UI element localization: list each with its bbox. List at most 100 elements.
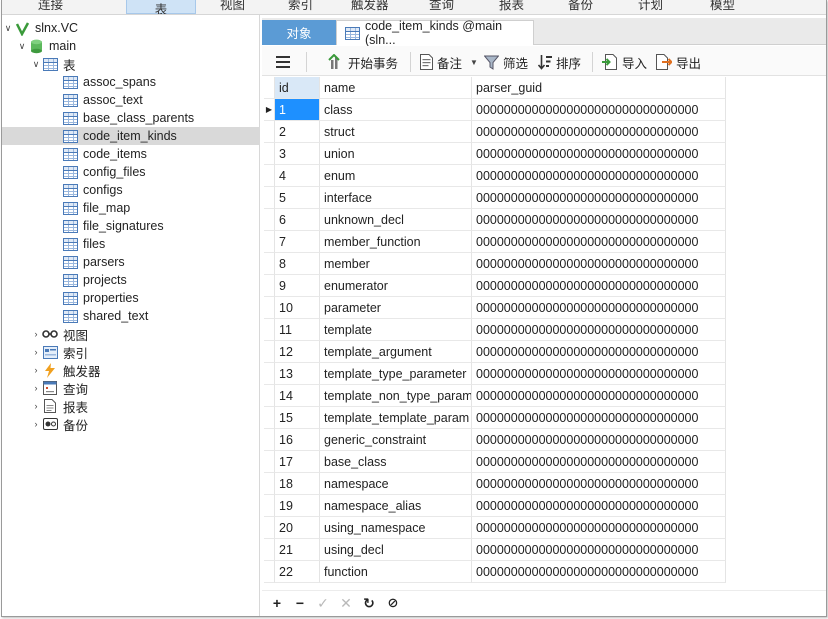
cell-parser-guid[interactable]: 00000000000000000000000000000000 <box>472 407 726 429</box>
row-selector[interactable] <box>264 363 275 385</box>
row-selector[interactable] <box>264 451 275 473</box>
cell-id[interactable]: 1 <box>275 99 320 121</box>
menu-item-backup[interactable]: 备份 <box>568 0 593 13</box>
stop-button[interactable]: ⊘ <box>384 594 402 612</box>
table-row[interactable]: 6 unknown_decl 000000000000000000000000000… <box>264 209 726 231</box>
tree-table-item[interactable]: assoc_text <box>2 91 260 109</box>
cell-id[interactable]: 6 <box>275 209 320 231</box>
tree-table-item[interactable]: configs <box>2 181 260 199</box>
tree-table-item[interactable]: files <box>2 235 260 253</box>
tree-table-item[interactable]: file_signatures <box>2 217 260 235</box>
table-row[interactable]: 12 template_argument 000000000000000000000… <box>264 341 726 363</box>
table-row[interactable]: 21 using_decl 0000000000000000000000000000… <box>264 539 726 561</box>
row-selector[interactable] <box>264 297 275 319</box>
menu-item-trigger[interactable]: 触发器 <box>351 0 389 13</box>
row-selector[interactable] <box>264 539 275 561</box>
table-row[interactable]: 4 enum 00000000000000000000000000000000 <box>264 165 726 187</box>
cell-name[interactable]: union <box>320 143 472 165</box>
row-selector[interactable]: ▶ <box>264 99 275 121</box>
row-selector[interactable] <box>264 275 275 297</box>
cell-name[interactable]: template <box>320 319 472 341</box>
menu-item-index[interactable]: 索引 <box>288 0 313 13</box>
table-row[interactable]: 3 union 00000000000000000000000000000000 <box>264 143 726 165</box>
cell-parser-guid[interactable]: 00000000000000000000000000000000 <box>472 429 726 451</box>
tree-table-item[interactable]: projects <box>2 271 260 289</box>
cell-parser-guid[interactable]: 00000000000000000000000000000000 <box>472 539 726 561</box>
cell-parser-guid[interactable]: 00000000000000000000000000000000 <box>472 451 726 473</box>
row-selector[interactable] <box>264 385 275 407</box>
cell-name[interactable]: generic_constraint <box>320 429 472 451</box>
row-selector[interactable] <box>264 231 275 253</box>
table-row[interactable]: 2 struct 00000000000000000000000000000000 <box>264 121 726 143</box>
tree-table-item[interactable]: file_map <box>2 199 260 217</box>
cell-id[interactable]: 14 <box>275 385 320 407</box>
chevron-down-icon[interactable]: ∨ <box>2 23 14 34</box>
table-row[interactable]: 8 member 00000000000000000000000000000000 <box>264 253 726 275</box>
tree-group-queries[interactable]: › 查询 <box>2 379 260 397</box>
cell-parser-guid[interactable]: 00000000000000000000000000000000 <box>472 99 726 121</box>
cell-name[interactable]: using_decl <box>320 539 472 561</box>
chevron-down-icon[interactable]: ∨ <box>30 59 42 70</box>
table-row[interactable]: 9 enumerator 00000000000000000000000000000… <box>264 275 726 297</box>
import-button[interactable]: 导入 <box>602 52 647 72</box>
column-header-id[interactable]: id <box>275 77 320 99</box>
table-row[interactable]: ▶ 1 class 00000000000000000000000000000000 <box>264 99 726 121</box>
row-selector[interactable] <box>264 143 275 165</box>
row-selector[interactable] <box>264 121 275 143</box>
tree-table-item[interactable]: config_files <box>2 163 260 181</box>
filter-button[interactable]: 筛选 <box>484 52 528 72</box>
cell-id[interactable]: 13 <box>275 363 320 385</box>
row-selector[interactable] <box>264 561 275 583</box>
tree-table-item[interactable]: assoc_spans <box>2 73 260 91</box>
discard-changes-button[interactable]: ✕ <box>337 594 355 612</box>
tree-tables-group[interactable]: ∨ 表 <box>2 55 260 73</box>
column-header-name[interactable]: name <box>320 77 472 99</box>
table-row[interactable]: 18 namespace 00000000000000000000000000000… <box>264 473 726 495</box>
tree-table-item[interactable]: properties <box>2 289 260 307</box>
row-selector[interactable] <box>264 187 275 209</box>
refresh-button[interactable]: ↻ <box>360 594 378 612</box>
cell-id[interactable]: 15 <box>275 407 320 429</box>
row-selector[interactable] <box>264 495 275 517</box>
menu-item-connection[interactable]: 连接 <box>38 0 63 13</box>
cell-name[interactable]: parameter <box>320 297 472 319</box>
chevron-right-icon[interactable]: › <box>30 347 42 357</box>
export-button[interactable]: 导出 <box>656 52 701 72</box>
row-selector[interactable] <box>264 165 275 187</box>
tree-table-item[interactable]: shared_text <box>2 307 260 325</box>
cell-id[interactable]: 2 <box>275 121 320 143</box>
menu-item-query[interactable]: 查询 <box>429 0 454 13</box>
cell-name[interactable]: namespace_alias <box>320 495 472 517</box>
menu-item-view[interactable]: 视图 <box>220 0 245 13</box>
row-selector[interactable] <box>264 517 275 539</box>
chevron-right-icon[interactable]: › <box>30 401 42 411</box>
cell-id[interactable]: 7 <box>275 231 320 253</box>
cell-parser-guid[interactable]: 00000000000000000000000000000000 <box>472 363 726 385</box>
table-row[interactable]: 7 member_function 000000000000000000000000… <box>264 231 726 253</box>
chevron-down-icon[interactable]: ∨ <box>16 41 28 52</box>
cell-id[interactable]: 3 <box>275 143 320 165</box>
table-row[interactable]: 14 template_non_type_param 000000000000000… <box>264 385 726 407</box>
cell-parser-guid[interactable]: 00000000000000000000000000000000 <box>472 275 726 297</box>
cell-id[interactable]: 18 <box>275 473 320 495</box>
table-row[interactable]: 17 base_class 0000000000000000000000000000… <box>264 451 726 473</box>
cell-id[interactable]: 16 <box>275 429 320 451</box>
row-selector[interactable] <box>264 429 275 451</box>
tree-group-views[interactable]: › 视图 <box>2 325 260 343</box>
row-selector[interactable] <box>264 319 275 341</box>
cell-id[interactable]: 19 <box>275 495 320 517</box>
cell-parser-guid[interactable]: 00000000000000000000000000000000 <box>472 561 726 583</box>
row-selector[interactable] <box>264 341 275 363</box>
chevron-right-icon[interactable]: › <box>30 365 42 375</box>
cell-parser-guid[interactable]: 00000000000000000000000000000000 <box>472 517 726 539</box>
tree-table-item[interactable]: base_class_parents <box>2 109 260 127</box>
apply-changes-button[interactable]: ✓ <box>314 594 332 612</box>
table-row[interactable]: 5 interface 000000000000000000000000000000… <box>264 187 726 209</box>
cell-name[interactable]: interface <box>320 187 472 209</box>
row-selector[interactable] <box>264 253 275 275</box>
cell-id[interactable]: 17 <box>275 451 320 473</box>
cell-id[interactable]: 21 <box>275 539 320 561</box>
cell-id[interactable]: 4 <box>275 165 320 187</box>
tab-objects[interactable]: 对象 <box>262 20 336 45</box>
cell-id[interactable]: 9 <box>275 275 320 297</box>
